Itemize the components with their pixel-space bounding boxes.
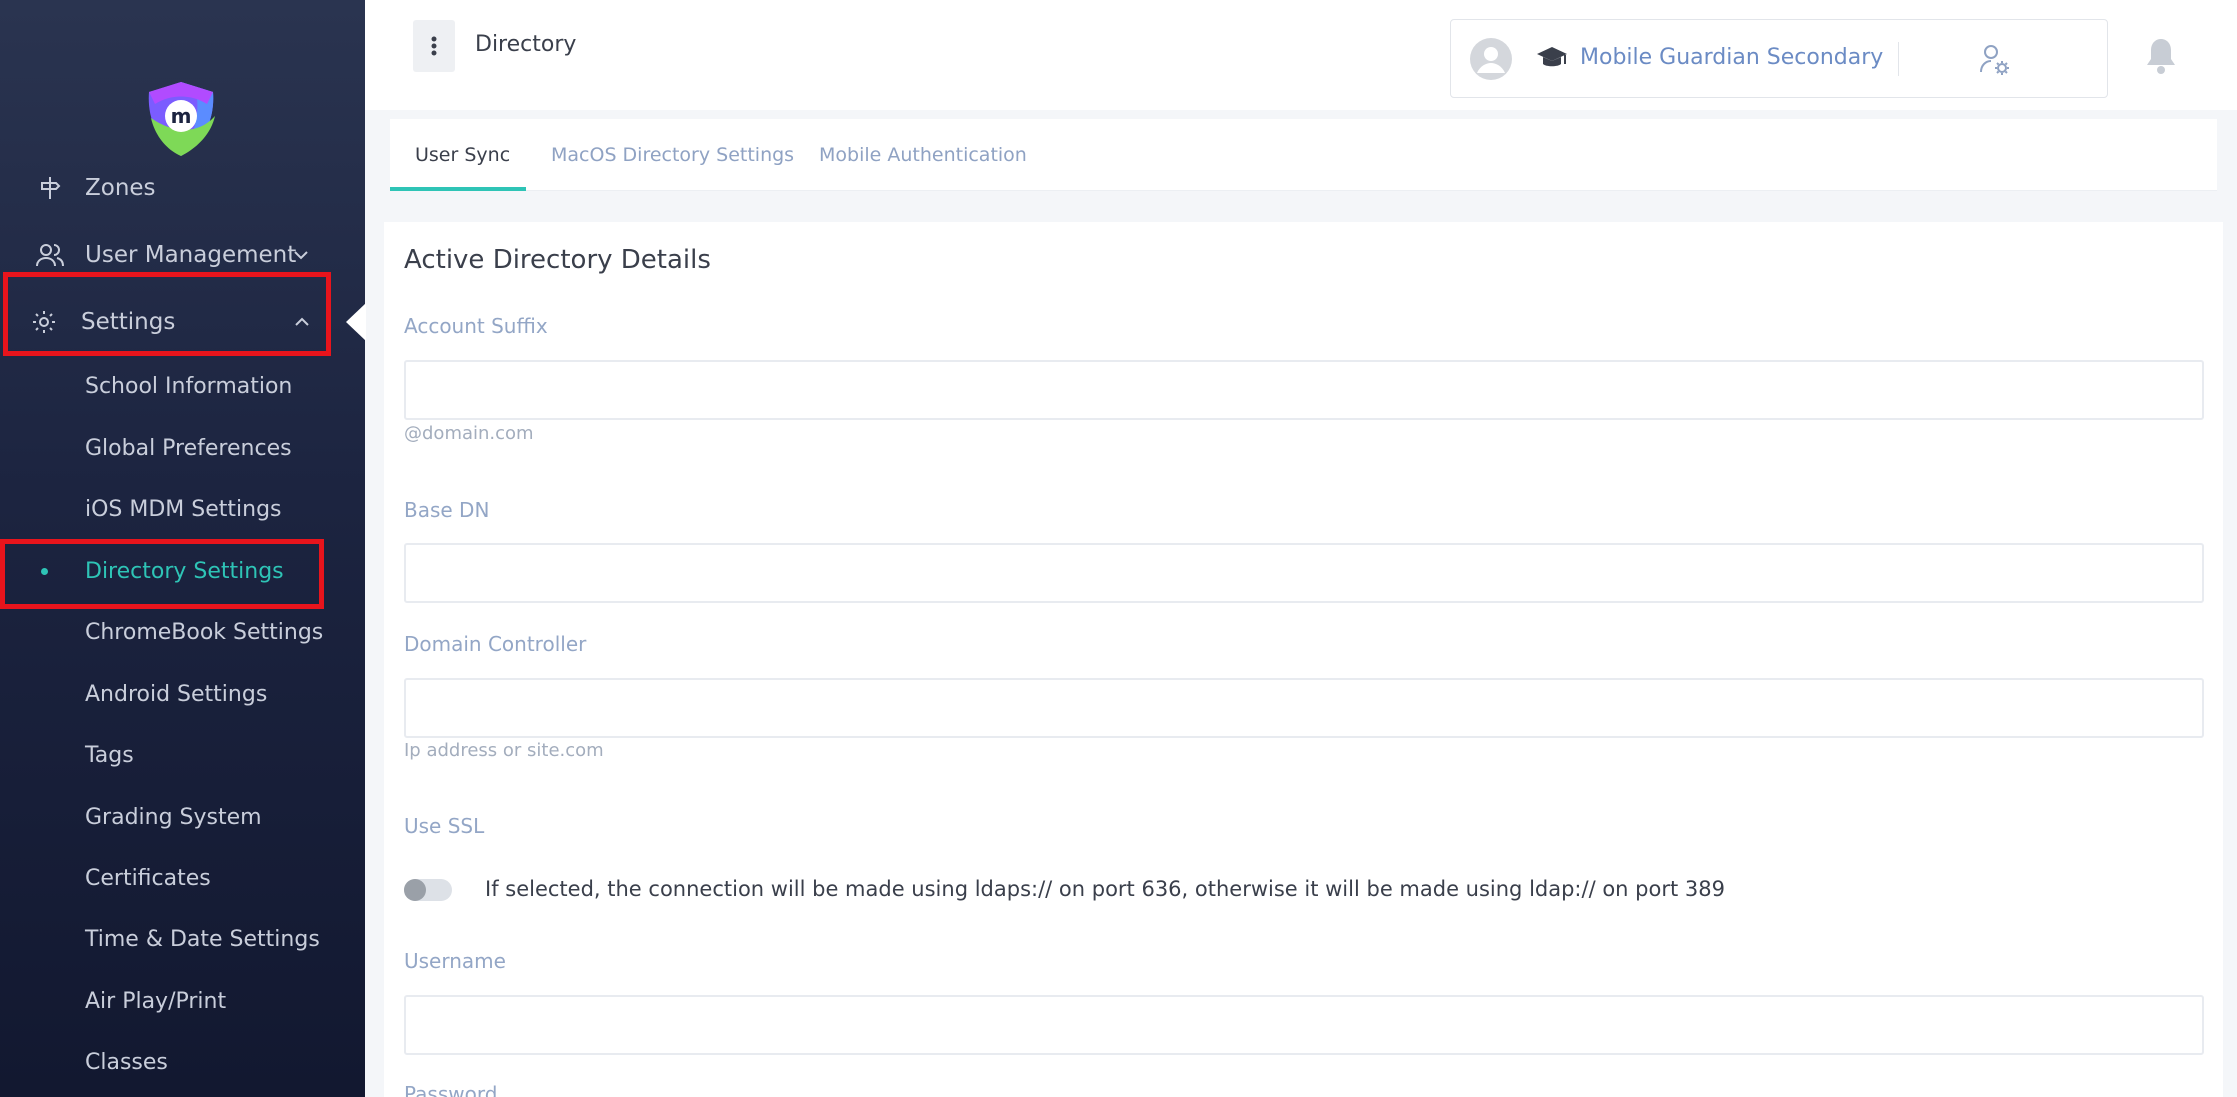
- section-title: Active Directory Details: [404, 245, 711, 275]
- signpost-icon: [34, 172, 66, 204]
- bell-icon[interactable]: [2143, 36, 2179, 76]
- active-directory-card: Active Directory Details Account Suffix …: [384, 222, 2223, 1097]
- submenu-item-android-settings[interactable]: Android Settings: [0, 666, 365, 722]
- username-label: Username: [404, 949, 506, 973]
- password-label: Password: [404, 1082, 498, 1097]
- sidebar: m Zones User Management Settings School …: [0, 0, 365, 1097]
- active-tab-indicator: [390, 187, 526, 191]
- graduation-cap-icon: [1537, 47, 1567, 67]
- tab-user-sync[interactable]: User Sync: [415, 119, 510, 191]
- domain-controller-input[interactable]: [404, 678, 2204, 738]
- sidebar-item-zones[interactable]: Zones: [0, 158, 365, 218]
- svg-text:m: m: [171, 104, 192, 128]
- username-input[interactable]: [404, 995, 2204, 1055]
- user-settings-icon[interactable]: [1977, 42, 2013, 78]
- org-switcher[interactable]: Mobile Guardian Secondary: [1450, 19, 2108, 98]
- submenu-item-time-date-settings[interactable]: Time & Date Settings: [0, 911, 365, 967]
- submenu-label: Global Preferences: [85, 435, 292, 461]
- submenu-item-global-preferences[interactable]: Global Preferences: [0, 420, 365, 476]
- submenu-item-certificates[interactable]: Certificates: [0, 850, 365, 906]
- use-ssl-label: Use SSL: [404, 814, 485, 838]
- submenu-label: Time & Date Settings: [85, 926, 320, 952]
- submenu-label: Certificates: [85, 865, 211, 891]
- submenu-label: ChromeBook Settings: [85, 619, 324, 645]
- tab-bar: User Sync MacOS Directory Settings Mobil…: [390, 119, 2217, 191]
- users-icon: [34, 239, 66, 271]
- chevron-down-icon[interactable]: [290, 244, 312, 266]
- base-dn-input[interactable]: [404, 543, 2204, 603]
- highlight-box-settings: [3, 272, 331, 356]
- submenu-label: Classes: [85, 1049, 168, 1075]
- org-name[interactable]: Mobile Guardian Secondary: [1580, 45, 1883, 70]
- tab-macos-directory-settings[interactable]: MacOS Directory Settings: [551, 119, 794, 191]
- submenu-item-tags[interactable]: Tags: [0, 727, 365, 783]
- submenu-item-school-information[interactable]: School Information: [0, 358, 365, 414]
- use-ssl-description: If selected, the connection will be made…: [485, 877, 1725, 901]
- submenu-label: Tags: [85, 742, 134, 768]
- submenu-label: Android Settings: [85, 681, 268, 707]
- account-suffix-hint: @domain.com: [404, 423, 534, 444]
- submenu-label: iOS MDM Settings: [85, 496, 282, 522]
- submenu-item-ios-mdm-settings[interactable]: iOS MDM Settings: [0, 481, 365, 537]
- sidebar-item-label: User Management: [85, 242, 297, 268]
- page-title: Directory: [475, 32, 577, 57]
- tab-mobile-authentication[interactable]: Mobile Authentication: [819, 119, 1027, 191]
- account-suffix-input[interactable]: [404, 360, 2204, 420]
- domain-controller-hint: Ip address or site.com: [404, 740, 604, 761]
- use-ssl-toggle[interactable]: [404, 879, 452, 901]
- submenu-item-grading-system[interactable]: Grading System: [0, 789, 365, 845]
- kebab-icon: [431, 36, 437, 56]
- divider: [1898, 42, 1899, 76]
- active-section-pointer: [346, 303, 366, 341]
- user-avatar-icon[interactable]: [1469, 37, 1513, 81]
- submenu-label: Air Play/Print: [85, 988, 227, 1014]
- more-options-button[interactable]: [413, 20, 455, 72]
- base-dn-label: Base DN: [404, 498, 490, 522]
- mobile-guardian-logo[interactable]: m: [141, 78, 221, 160]
- submenu-item-chromebook-settings[interactable]: ChromeBook Settings: [0, 604, 365, 660]
- top-header: Directory Mobile Guardian Secondary: [365, 0, 2237, 110]
- toggle-knob: [404, 879, 426, 901]
- highlight-box-directory-settings: [0, 539, 324, 609]
- domain-controller-label: Domain Controller: [404, 632, 587, 656]
- account-suffix-label: Account Suffix: [404, 314, 548, 338]
- submenu-item-air-play-print[interactable]: Air Play/Print: [0, 973, 365, 1029]
- submenu-item-classes[interactable]: Classes: [0, 1034, 365, 1090]
- sidebar-item-label: Zones: [85, 175, 156, 201]
- submenu-label: School Information: [85, 373, 293, 399]
- submenu-label: Grading System: [85, 804, 262, 830]
